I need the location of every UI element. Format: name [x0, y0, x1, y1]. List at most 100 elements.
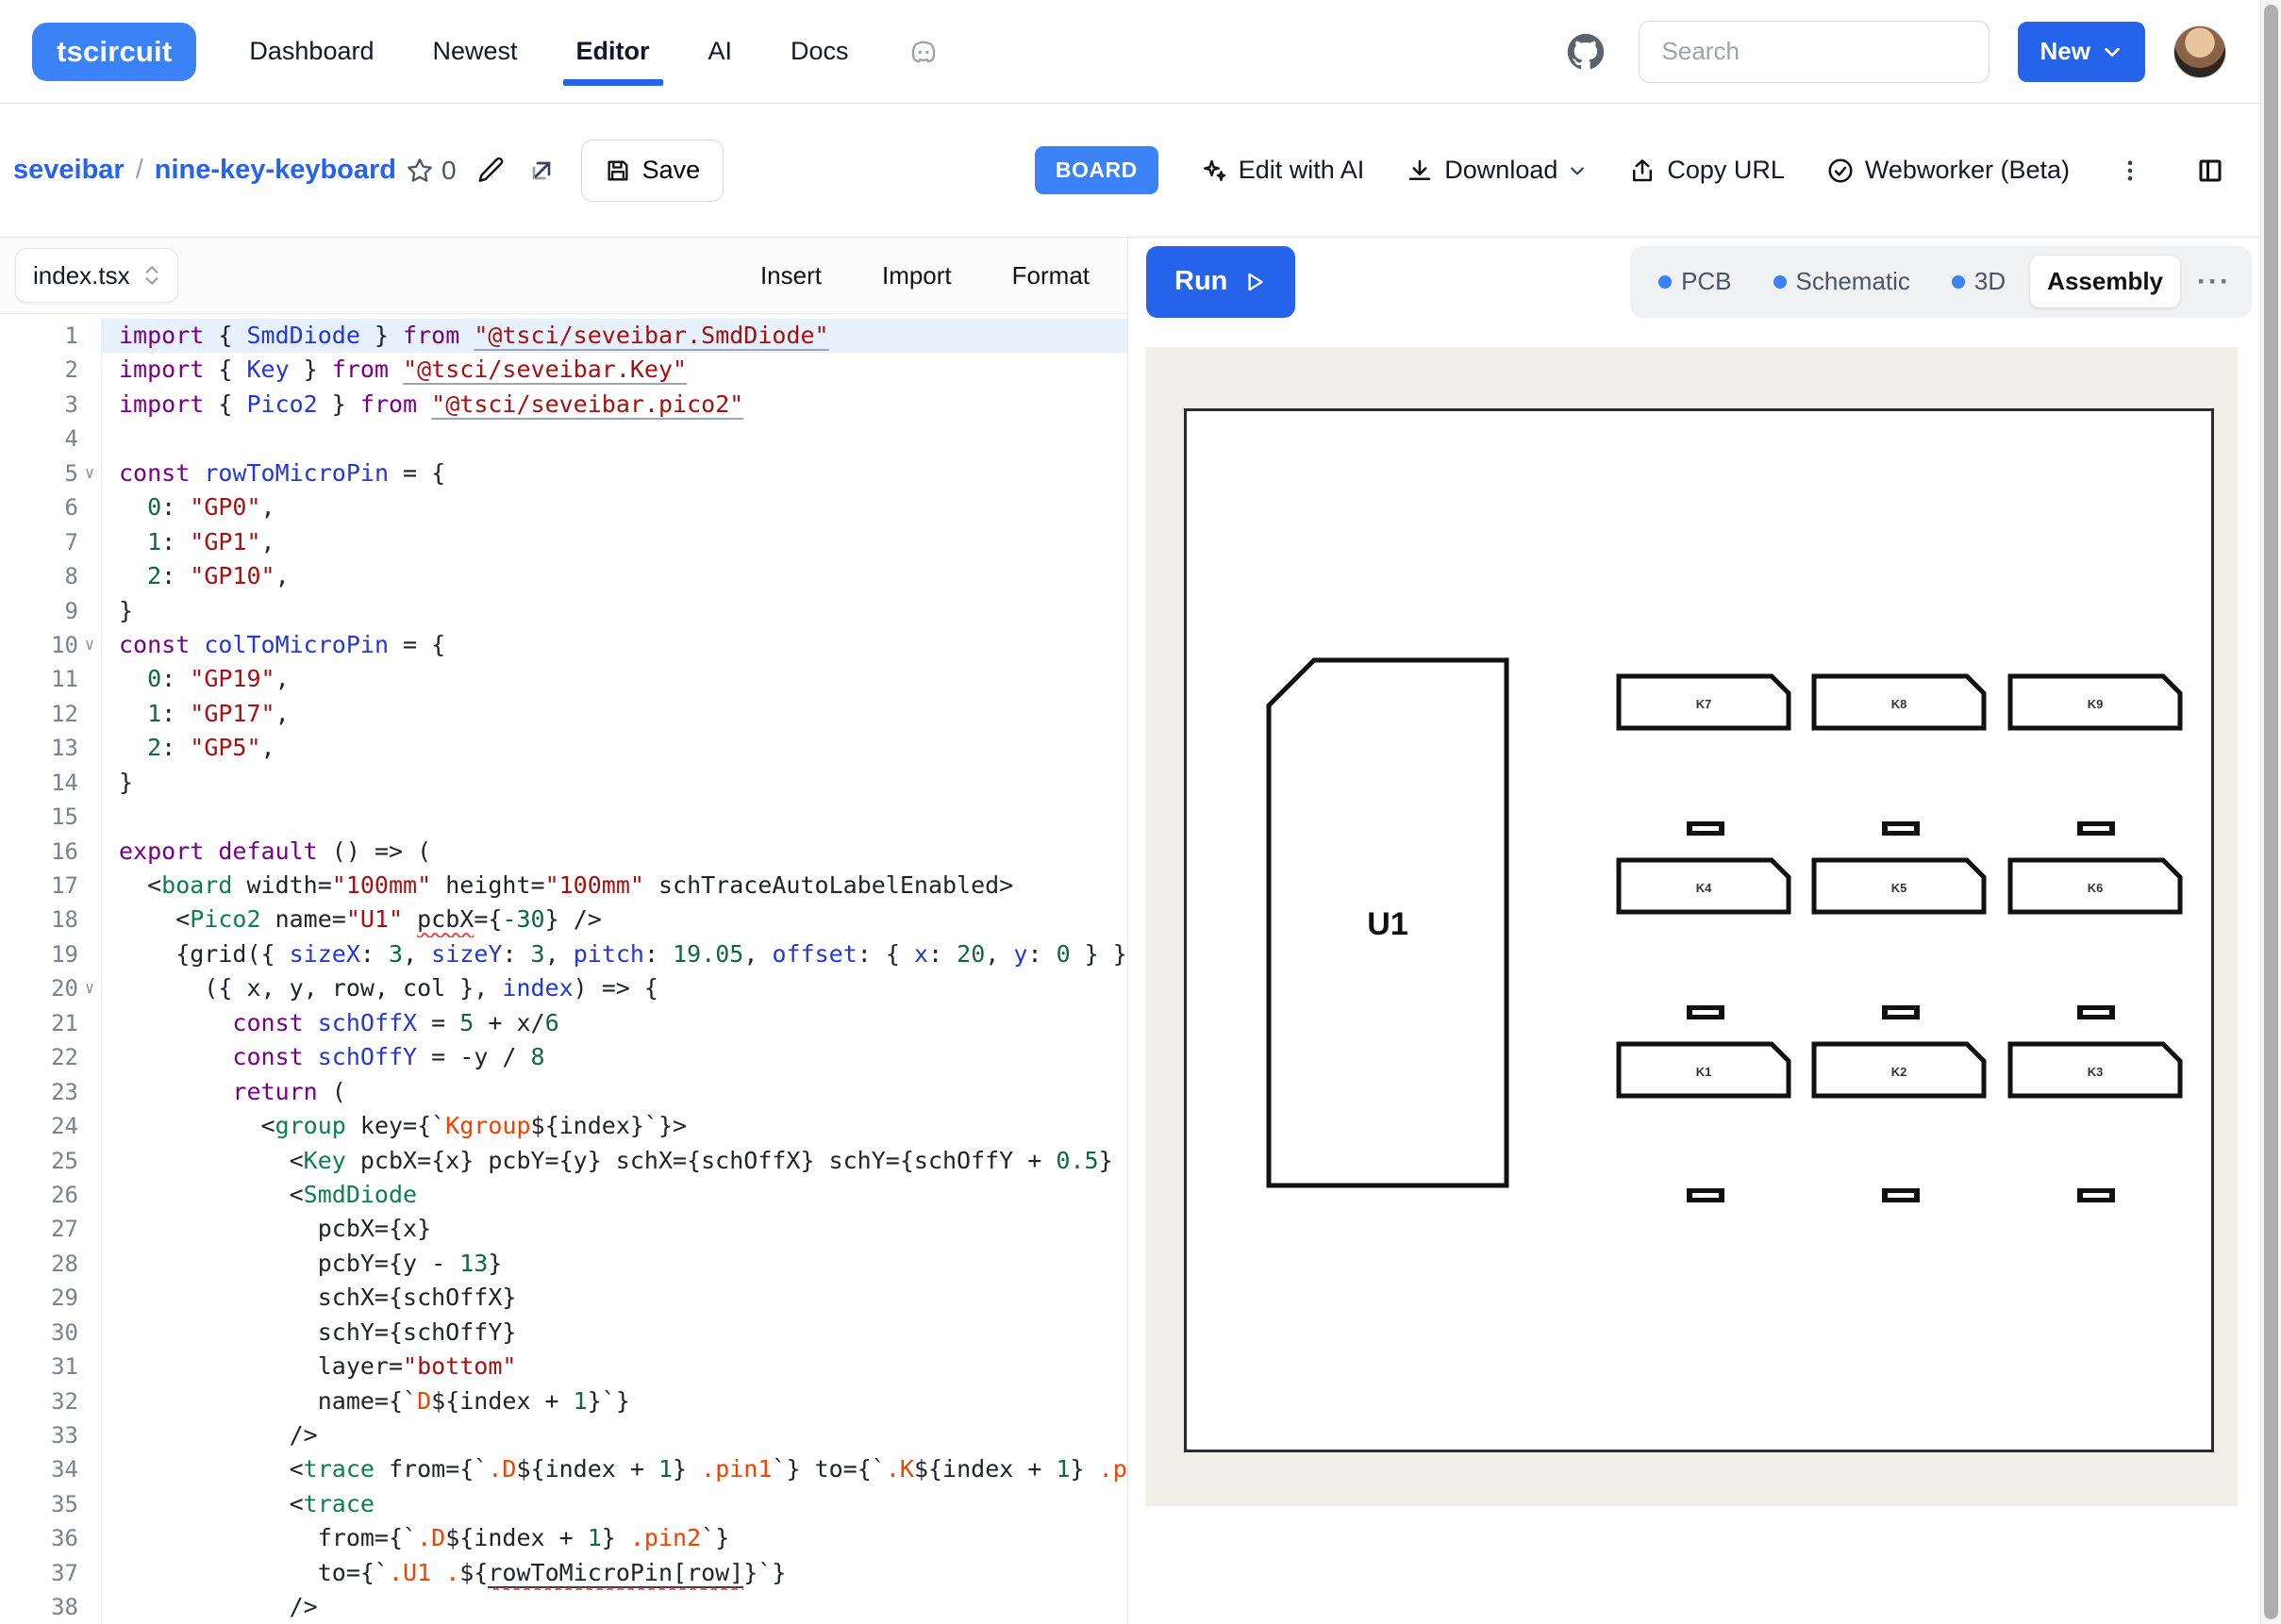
code-line[interactable]: 11 0: "GP19", — [0, 662, 1127, 696]
editor-menu-insert[interactable]: Insert — [760, 261, 822, 290]
download-button[interactable]: Download — [1406, 156, 1587, 185]
code-line[interactable]: 8 2: "GP10", — [0, 559, 1127, 593]
tab-pcb[interactable]: PCB — [1641, 256, 1748, 307]
diode[interactable] — [1687, 1005, 1724, 1019]
code-line[interactable]: 15 — [0, 800, 1127, 834]
code-line[interactable]: 2import { Key } from "@tsci/seveibar.Key… — [0, 353, 1127, 387]
code-line[interactable]: 17 <board width="100mm" height="100mm" s… — [0, 869, 1127, 903]
assembly-board: U1 K7 K8 K9 K4 K5 K6 K1 K2 K3 — [1184, 408, 2214, 1452]
status-dot — [1952, 275, 1965, 289]
fold-toggle-icon[interactable]: ∨ — [78, 628, 101, 662]
page-scrollbar[interactable] — [2260, 0, 2281, 1624]
star-button[interactable]: 0 — [406, 156, 457, 186]
avatar[interactable] — [2173, 25, 2226, 78]
key-K4[interactable]: K4 — [1619, 860, 1789, 912]
scrollbar-thumb[interactable] — [2264, 5, 2278, 1619]
webworker-button[interactable]: Webworker (Beta) — [1826, 156, 2070, 185]
save-button[interactable]: Save — [581, 140, 724, 202]
key-K9[interactable]: K9 — [2010, 676, 2180, 728]
code-line[interactable]: 14} — [0, 766, 1127, 800]
code-line[interactable]: 33 /> — [0, 1418, 1127, 1452]
code-line[interactable]: 37 to={`.U1 .${rowToMicroPin[row]}`} — [0, 1556, 1127, 1590]
fold-toggle-icon[interactable]: ∨ — [78, 456, 101, 490]
code-line[interactable]: 19 {grid({ sizeX: 3, sizeY: 3, pitch: 19… — [0, 937, 1127, 971]
tabs-more-button[interactable]: ··· — [2188, 266, 2240, 298]
fold-toggle-icon[interactable]: ∨ — [78, 971, 101, 1005]
new-button[interactable]: New — [2018, 22, 2145, 82]
breadcrumb-user[interactable]: seveibar — [13, 155, 125, 186]
code-line[interactable]: 28 pcbY={y - 13} — [0, 1247, 1127, 1281]
code-line[interactable]: 30 schY={schOffY} — [0, 1316, 1127, 1350]
code-line[interactable]: 32 name={`D${index + 1}`} — [0, 1384, 1127, 1418]
key-K3[interactable]: K3 — [2010, 1044, 2180, 1096]
code-line[interactable]: 25 <Key pcbX={x} pcbY={y} schX={schOffX}… — [0, 1144, 1127, 1178]
diode[interactable] — [1687, 1188, 1724, 1202]
diode[interactable] — [1882, 1005, 1920, 1019]
code-line[interactable]: 26 <SmdDiode — [0, 1178, 1127, 1212]
board-badge[interactable]: BOARD — [1035, 146, 1158, 194]
code-line[interactable]: 38 /> — [0, 1590, 1127, 1624]
code-line[interactable]: 20∨ ({ x, y, row, col }, index) => { — [0, 971, 1127, 1005]
code-line[interactable]: 3import { Pico2 } from "@tsci/seveibar.p… — [0, 388, 1127, 422]
code-line[interactable]: 22 const schOffY = -y / 8 — [0, 1040, 1127, 1074]
nav-item-editor[interactable]: Editor — [576, 0, 650, 103]
breadcrumb-repo[interactable]: nine-key-keyboard — [155, 155, 396, 186]
code-line[interactable]: 9} — [0, 594, 1127, 628]
chip-U1[interactable]: U1 — [1269, 660, 1507, 1185]
diode[interactable] — [1882, 821, 1920, 836]
key-K7[interactable]: K7 — [1619, 676, 1789, 728]
rename-button[interactable] — [470, 150, 511, 191]
diode[interactable] — [1687, 821, 1724, 836]
toggle-panel-button[interactable] — [2190, 151, 2230, 191]
key-K2[interactable]: K2 — [1814, 1044, 1984, 1096]
code-line[interactable]: 29 schX={schOffX} — [0, 1281, 1127, 1315]
more-options-button[interactable] — [2111, 152, 2149, 190]
search-input[interactable] — [1639, 21, 1990, 83]
key-K5[interactable]: K5 — [1814, 860, 1984, 912]
file-selector[interactable]: index.tsx — [15, 248, 178, 303]
key-K6[interactable]: K6 — [2010, 860, 2180, 912]
code-editor[interactable]: 1import { SmdDiode } from "@tsci/seveiba… — [0, 314, 1127, 1624]
code-line[interactable]: 16export default () => ( — [0, 835, 1127, 869]
code-line[interactable]: 24 <group key={`Kgroup${index}`}> — [0, 1109, 1127, 1143]
code-line[interactable]: 13 2: "GP5", — [0, 731, 1127, 765]
code-line[interactable]: 35 <trace — [0, 1487, 1127, 1521]
diode[interactable] — [2077, 821, 2115, 836]
nav-item-newest[interactable]: Newest — [433, 0, 518, 103]
tab-assembly[interactable]: Assembly — [2030, 256, 2180, 307]
code-line[interactable]: 23 return ( — [0, 1075, 1127, 1109]
key-K1[interactable]: K1 — [1619, 1044, 1789, 1096]
run-button[interactable]: Run — [1146, 246, 1295, 318]
editor-menu-format[interactable]: Format — [1012, 261, 1090, 290]
code-line[interactable]: 12 1: "GP17", — [0, 697, 1127, 731]
code-line[interactable]: 7 1: "GP1", — [0, 525, 1127, 559]
edit-with-ai-button[interactable]: Edit with AI — [1200, 156, 1365, 185]
code-line[interactable]: 21 const schOffX = 5 + x/6 — [0, 1006, 1127, 1040]
open-share-button[interactable] — [521, 150, 562, 191]
github-icon[interactable] — [1561, 27, 1610, 76]
code-line[interactable]: 4 — [0, 422, 1127, 456]
nav-item-docs[interactable]: Docs — [791, 0, 849, 103]
code-line[interactable]: 36 from={`.D${index + 1} .pin2`} — [0, 1521, 1127, 1555]
diode[interactable] — [1882, 1188, 1920, 1202]
assembly-canvas[interactable]: U1 K7 K8 K9 K4 K5 K6 K1 K2 K3 — [1145, 347, 2238, 1506]
code-line[interactable]: 18 <Pico2 name="U1" pcbX={-30} /> — [0, 903, 1127, 936]
code-line[interactable]: 6 0: "GP0", — [0, 490, 1127, 524]
key-K8[interactable]: K8 — [1814, 676, 1984, 728]
code-line[interactable]: 1import { SmdDiode } from "@tsci/seveiba… — [0, 319, 1127, 353]
editor-menu-import[interactable]: Import — [882, 261, 952, 290]
code-line[interactable]: 10∨const colToMicroPin = { — [0, 628, 1127, 662]
tab-schematic[interactable]: Schematic — [1757, 256, 1927, 307]
code-line[interactable]: 31 layer="bottom" — [0, 1350, 1127, 1384]
discord-icon[interactable] — [907, 0, 940, 103]
diode[interactable] — [2077, 1188, 2115, 1202]
code-line[interactable]: 5∨const rowToMicroPin = { — [0, 456, 1127, 490]
nav-item-dashboard[interactable]: Dashboard — [249, 0, 374, 103]
code-line[interactable]: 27 pcbX={x} — [0, 1212, 1127, 1246]
tab-3d[interactable]: 3D — [1935, 256, 2023, 307]
diode[interactable] — [2077, 1005, 2115, 1019]
tscircuit-logo[interactable]: tscircuit — [32, 23, 196, 81]
copy-url-button[interactable]: Copy URL — [1628, 156, 1785, 185]
nav-item-ai[interactable]: AI — [708, 0, 733, 103]
code-line[interactable]: 34 <trace from={`.D${index + 1} .pin1`} … — [0, 1452, 1127, 1486]
